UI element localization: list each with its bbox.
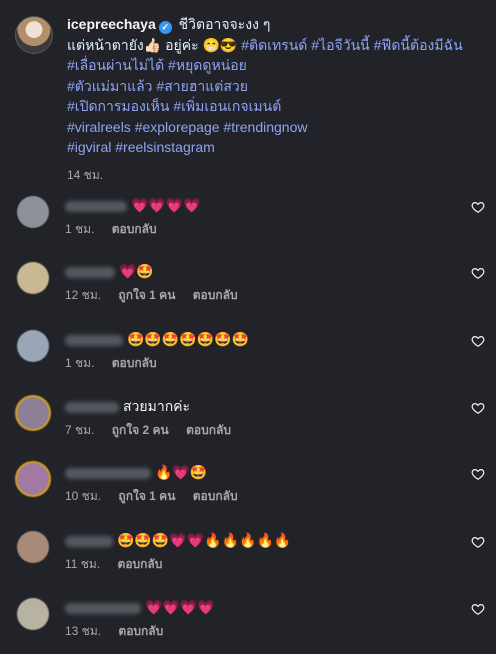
verified-badge-icon: ✓	[158, 21, 172, 34]
comment-meta: 13 ชม. ตอบกลับ	[65, 622, 177, 641]
comment-meta: 12 ชม. ถูกใจ 1 คน ตอบกลับ	[65, 286, 252, 305]
comment-body: สวยมากค่ะ	[123, 398, 191, 414]
like-count[interactable]: ถูกใจ 1 คน	[118, 489, 175, 503]
reply-button[interactable]: ตอบกลับ	[186, 423, 231, 437]
comment-time: 13 ชม.	[65, 624, 102, 638]
commenter-avatar[interactable]	[17, 397, 49, 429]
comment-item: 💗💗💗💗 13 ชม. ตอบกลับ	[17, 598, 487, 654]
comment-item: สวยมากค่ะ 7 ชม. ถูกใจ 2 คน ตอบกลับ	[17, 397, 487, 453]
reply-button[interactable]: ตอบกลับ	[112, 356, 157, 370]
commenter-username[interactable]	[65, 200, 127, 212]
post-time: 14 ชม.	[67, 167, 104, 182]
hashtags-line-2[interactable]: #ติดเทรนด์ #ไอจีวันนี้ #ฟีดนี้ต้องมีฉัน	[241, 37, 462, 53]
hashtags-line-3[interactable]: #เลื่อนผ่านไม่ได้ #หยุดดูหน่อย	[67, 55, 487, 76]
comment-text: 🤩🤩🤩💗💗🔥🔥🔥🔥🔥	[65, 531, 291, 549]
owner-avatar[interactable]	[15, 16, 53, 54]
heart-outline-icon[interactable]	[471, 535, 485, 549]
comment-text: 💗🤩	[65, 262, 154, 280]
like-count[interactable]: ถูกใจ 2 คน	[112, 423, 169, 437]
commenter-avatar[interactable]	[17, 598, 49, 630]
comment-time: 7 ชม.	[65, 423, 95, 437]
reply-button[interactable]: ตอบกลับ	[118, 557, 163, 571]
comment-meta: 7 ชม. ถูกใจ 2 คน ตอบกลับ	[65, 421, 245, 440]
like-count[interactable]: ถูกใจ 1 คน	[118, 288, 175, 302]
commenter-username[interactable]	[65, 334, 123, 346]
comment-body: 🤩🤩🤩🤩🤩🤩🤩	[127, 331, 250, 347]
comments-panel: icepreechaya ✓ ชีวิตอาจจะงง ๆ แต่หน้าตายั…	[0, 0, 496, 654]
comment-text: 🔥💗🤩	[65, 463, 207, 481]
comment-body: 💗🤩	[119, 263, 154, 279]
comment-meta: 11 ชม. ตอบกลับ	[65, 555, 176, 574]
comment-body: 💗💗💗💗	[131, 197, 201, 213]
hashtags-line-7[interactable]: #igviral #reelsinstagram	[67, 137, 487, 158]
commenter-username[interactable]	[65, 602, 141, 614]
comment-text: 🤩🤩🤩🤩🤩🤩🤩	[65, 330, 249, 348]
owner-username[interactable]: icepreechaya	[67, 16, 156, 32]
heart-outline-icon[interactable]	[471, 602, 485, 616]
heart-outline-icon[interactable]	[471, 467, 485, 481]
caption-body: icepreechaya ✓ ชีวิตอาจจะงง ๆ แต่หน้าตายั…	[67, 14, 487, 185]
comment-text: สวยมากค่ะ	[65, 397, 190, 415]
comment-time: 1 ชม.	[65, 222, 95, 236]
commenter-username[interactable]	[65, 401, 119, 413]
reply-button[interactable]: ตอบกลับ	[118, 624, 163, 638]
caption-line-1: ชีวิตอาจจะงง ๆ	[178, 16, 271, 32]
heart-outline-icon[interactable]	[471, 334, 485, 348]
commenter-username[interactable]	[65, 467, 151, 479]
commenter-username[interactable]	[65, 266, 115, 278]
commenter-username[interactable]	[65, 535, 113, 547]
hashtags-line-5[interactable]: #เปิดการมองเห็น #เพิ่มเอนเกจเมนต์	[67, 96, 487, 117]
reply-button[interactable]: ตอบกลับ	[193, 489, 238, 503]
comment-item: 🤩🤩🤩💗💗🔥🔥🔥🔥🔥 11 ชม. ตอบกลับ	[17, 531, 487, 587]
heart-outline-icon[interactable]	[471, 266, 485, 280]
comment-body: 🤩🤩🤩💗💗🔥🔥🔥🔥🔥	[117, 532, 292, 548]
comment-body: 💗💗💗💗	[145, 599, 215, 615]
comment-meta: 1 ชม. ตอบกลับ	[65, 220, 171, 239]
comment-time: 12 ชม.	[65, 288, 102, 302]
commenter-avatar[interactable]	[17, 330, 49, 362]
comment-body: 🔥💗🤩	[155, 464, 208, 480]
heart-outline-icon[interactable]	[471, 401, 485, 415]
heart-outline-icon[interactable]	[471, 200, 485, 214]
caption-line-2: แต่หน้าตายัง👍🏻 อยู่ค่ะ 😁😎	[67, 36, 238, 53]
comment-text: 💗💗💗💗	[65, 196, 201, 214]
comment-time: 1 ชม.	[65, 356, 95, 370]
commenter-avatar[interactable]	[17, 463, 49, 495]
comment-text: 💗💗💗💗	[65, 598, 215, 616]
commenter-avatar[interactable]	[17, 531, 49, 563]
comment-item: 💗💗💗💗 1 ชม. ตอบกลับ	[17, 196, 487, 252]
hashtags-line-4[interactable]: #ตัวแม่มาแล้ว #สายฮาแต่สวย	[67, 76, 487, 97]
reply-button[interactable]: ตอบกลับ	[112, 222, 157, 236]
reply-button[interactable]: ตอบกลับ	[193, 288, 238, 302]
comment-item: 🔥💗🤩 10 ชม. ถูกใจ 1 คน ตอบกลับ	[17, 463, 487, 519]
commenter-avatar[interactable]	[17, 262, 49, 294]
comment-item: 💗🤩 12 ชม. ถูกใจ 1 คน ตอบกลับ	[17, 262, 487, 318]
comment-time: 10 ชม.	[65, 489, 102, 503]
comment-item: 🤩🤩🤩🤩🤩🤩🤩 1 ชม. ตอบกลับ	[17, 330, 487, 386]
comment-meta: 10 ชม. ถูกใจ 1 คน ตอบกลับ	[65, 487, 252, 506]
comment-time: 11 ชม.	[65, 557, 101, 571]
comment-meta: 1 ชม. ตอบกลับ	[65, 354, 171, 373]
hashtags-line-6[interactable]: #viralreels #explorepage #trendingnow	[67, 117, 487, 138]
commenter-avatar[interactable]	[17, 196, 49, 228]
